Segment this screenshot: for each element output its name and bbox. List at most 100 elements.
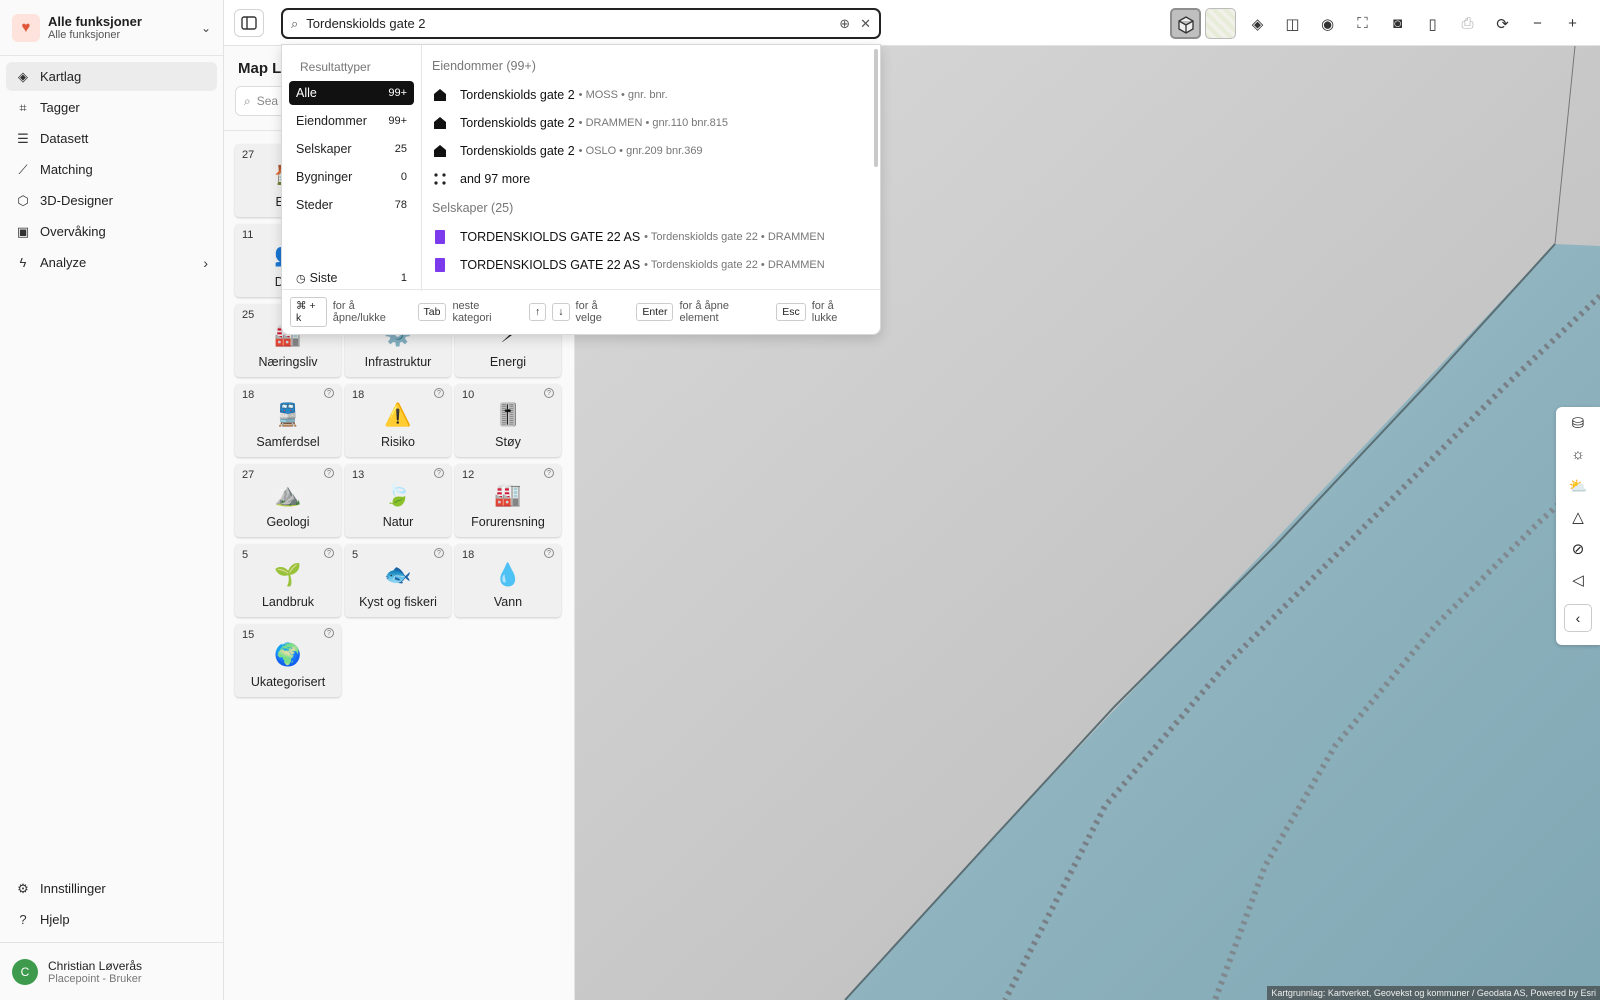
user-profile[interactable]: C Christian Løverås Placepoint - Bruker bbox=[0, 942, 223, 1000]
category-label: Bygninger bbox=[296, 170, 353, 184]
stack-icon[interactable]: ⛁ bbox=[1556, 407, 1600, 439]
split-view-icon[interactable]: ◫ bbox=[1275, 8, 1310, 39]
zoom-in-icon[interactable]: + bbox=[1555, 8, 1590, 39]
tile-label: Infrastruktur bbox=[364, 355, 432, 369]
more-icon bbox=[432, 171, 448, 187]
sidebar-nav: ◈ Kartlag ⌗ Tagger ☰ Datasett ⟋ Matching ⬡ 3D-Des… bbox=[0, 56, 223, 285]
layer-category-tile[interactable]: 12? 🏭 Forurensning bbox=[455, 464, 561, 537]
hint-text: neste kategori bbox=[452, 300, 492, 324]
tile-count: 18 bbox=[242, 389, 255, 401]
measure-icon[interactable]: △ bbox=[1556, 502, 1600, 534]
layer-category-tile[interactable]: 18? 🚆 Samferdsel bbox=[235, 384, 341, 457]
search-input[interactable] bbox=[306, 16, 830, 31]
layer-category-tile[interactable]: 10? 🎚️ Støy bbox=[455, 384, 561, 457]
key-hint: Esc bbox=[776, 303, 806, 321]
layer-category-tile[interactable]: 13? 🍃 Natur bbox=[345, 464, 451, 537]
eye-icon[interactable]: ◉ bbox=[1310, 8, 1345, 39]
category-steder[interactable]: Steder 78 bbox=[289, 193, 414, 217]
toggle-panel-button[interactable] bbox=[234, 9, 264, 37]
category-bygninger[interactable]: Bygninger 0 bbox=[289, 165, 414, 189]
search-result-item[interactable]: TORDENSKIOLDS GATE 22 AS • Tordenskiolds … bbox=[432, 253, 825, 277]
zoom-out-icon[interactable]: − bbox=[1520, 8, 1555, 39]
result-title: Tordenskiolds gate 2 bbox=[460, 144, 575, 158]
camera-icon[interactable]: ◙ bbox=[1380, 8, 1415, 39]
org-switcher[interactable]: ♥ Alle funksjoner Alle funksjoner ⌄ bbox=[0, 0, 223, 56]
tile-label: Landbruk bbox=[261, 595, 315, 609]
help-icon[interactable]: ? bbox=[324, 548, 334, 558]
org-title: Alle funksjoner bbox=[48, 14, 142, 29]
sidebar-item-matching[interactable]: ⟋ Matching bbox=[6, 155, 217, 184]
tile-count: 5 bbox=[352, 549, 359, 561]
tile-label: Næringsliv bbox=[258, 355, 318, 369]
sidebar-item-label: 3D-Designer bbox=[40, 193, 113, 208]
compass-icon[interactable]: ⟳ bbox=[1485, 8, 1520, 39]
layer-category-tile[interactable]: 15? 🌍 Ukategorisert bbox=[235, 624, 341, 697]
locate-icon[interactable]: ⊕ bbox=[839, 16, 850, 32]
sidebar-item-overvåking[interactable]: ▣ Overvåking bbox=[6, 217, 217, 246]
help-icon[interactable]: ? bbox=[544, 548, 554, 558]
bookmark-icon[interactable]: ▯ bbox=[1415, 8, 1450, 39]
sidebar-item-hjelp[interactable]: ? Hjelp bbox=[6, 905, 217, 934]
list-icon: ☰ bbox=[17, 130, 29, 146]
sidebar-item-analyze[interactable]: ϟ Analyze › bbox=[6, 248, 217, 277]
print-icon[interactable]: ⎙ bbox=[1450, 8, 1485, 39]
clear-search-icon[interactable]: ✕ bbox=[860, 16, 871, 32]
weather-icon[interactable]: ⛅ bbox=[1556, 470, 1600, 502]
help-icon[interactable]: ? bbox=[434, 468, 444, 478]
search-result-item[interactable]: Tordenskiolds gate 2 • MOSS • gnr. bnr. bbox=[432, 83, 668, 107]
search-result-item[interactable]: and 97 more bbox=[432, 167, 530, 191]
help-icon[interactable]: ? bbox=[434, 548, 444, 558]
category-eiendommer[interactable]: Eiendommer 99+ bbox=[289, 109, 414, 133]
tile-label: Geologi bbox=[266, 515, 310, 529]
hide-icon[interactable]: ⊘ bbox=[1556, 533, 1600, 565]
search-result-item[interactable]: Tordenskiolds gate 2 • OSLO • gnr.209 bnr… bbox=[432, 139, 703, 163]
house-icon bbox=[432, 87, 448, 103]
help-icon[interactable]: ? bbox=[544, 468, 554, 478]
help-icon[interactable]: ? bbox=[324, 388, 334, 398]
tile-count: 27 bbox=[242, 149, 255, 161]
basemap-toggle[interactable] bbox=[1205, 8, 1236, 39]
layer-category-tile[interactable]: 27? ⛰️ Geologi bbox=[235, 464, 341, 537]
tile-count: 25 bbox=[242, 309, 255, 321]
help-icon[interactable]: ? bbox=[324, 628, 334, 638]
category-recent[interactable]: ◷ Siste 1 bbox=[289, 266, 414, 290]
risk-icon: ⚠️ bbox=[384, 402, 412, 427]
layer-category-tile[interactable]: 5? 🌱 Landbruk bbox=[235, 544, 341, 617]
sidebar-item-label: Tagger bbox=[40, 100, 80, 115]
result-title: and 97 more bbox=[460, 172, 531, 186]
sun-icon[interactable]: ☼ bbox=[1556, 439, 1600, 471]
layer-category-tile[interactable]: 5? 🐟 Kyst og fiskeri bbox=[345, 544, 451, 617]
hint-text: for å lukke bbox=[811, 300, 838, 324]
sidebar-item-kartlag[interactable]: ◈ Kartlag bbox=[6, 62, 217, 91]
company-icon bbox=[432, 257, 448, 273]
key-hint: ⌘ + k bbox=[290, 297, 327, 327]
help-icon[interactable]: ? bbox=[324, 468, 334, 478]
layer-search-placeholder: Sea bbox=[256, 94, 279, 108]
fullscreen-icon[interactable]: ⛶ bbox=[1345, 8, 1380, 39]
sidebar-item-innstillinger[interactable]: ⚙ Innstillinger bbox=[6, 874, 217, 903]
sidebar-item-label: Matching bbox=[40, 162, 93, 177]
layers-icon[interactable]: ◈ bbox=[1240, 8, 1275, 39]
3d-view-toggle[interactable] bbox=[1170, 8, 1201, 39]
keyboard-hints: ⌘ + k for å åpne/lukke Tab neste kategori ↑ ↓… bbox=[282, 289, 880, 334]
collapse-toolbar-button[interactable]: ‹ bbox=[1564, 604, 1592, 632]
layer-category-tile[interactable]: 18? 💧 Vann bbox=[455, 544, 561, 617]
sidebar-item-3d-designer[interactable]: ⬡ 3D-Designer bbox=[6, 186, 217, 215]
navigate-icon[interactable]: ◁ bbox=[1556, 565, 1600, 597]
lightning-icon: ϟ bbox=[19, 255, 27, 270]
chevron-left-icon: ‹ bbox=[1575, 610, 1581, 626]
help-icon[interactable]: ? bbox=[544, 388, 554, 398]
sidebar-item-label: Hjelp bbox=[40, 912, 70, 927]
results-scrollbar[interactable] bbox=[874, 49, 878, 167]
help-icon[interactable]: ? bbox=[434, 388, 444, 398]
layer-category-tile[interactable]: 18? ⚠️ Risiko bbox=[345, 384, 451, 457]
sidebar-item-label: Innstillinger bbox=[40, 881, 106, 896]
category-selskaper[interactable]: Selskaper 25 bbox=[289, 137, 414, 161]
search-result-item[interactable]: Tordenskiolds gate 2 • DRAMMEN • gnr.110 … bbox=[432, 111, 728, 135]
sidebar-item-datasett[interactable]: ☰ Datasett bbox=[6, 124, 217, 153]
search-result-item[interactable]: TORDENSKIOLDS GATE 22 AS • Tordenskiolds … bbox=[432, 225, 825, 249]
sidebar-item-tagger[interactable]: ⌗ Tagger bbox=[6, 93, 217, 122]
chevron-right-icon: › bbox=[203, 254, 208, 271]
global-search[interactable]: ⌕ ⊕ ✕ bbox=[281, 8, 881, 39]
category-alle[interactable]: Alle 99+ bbox=[289, 81, 414, 105]
